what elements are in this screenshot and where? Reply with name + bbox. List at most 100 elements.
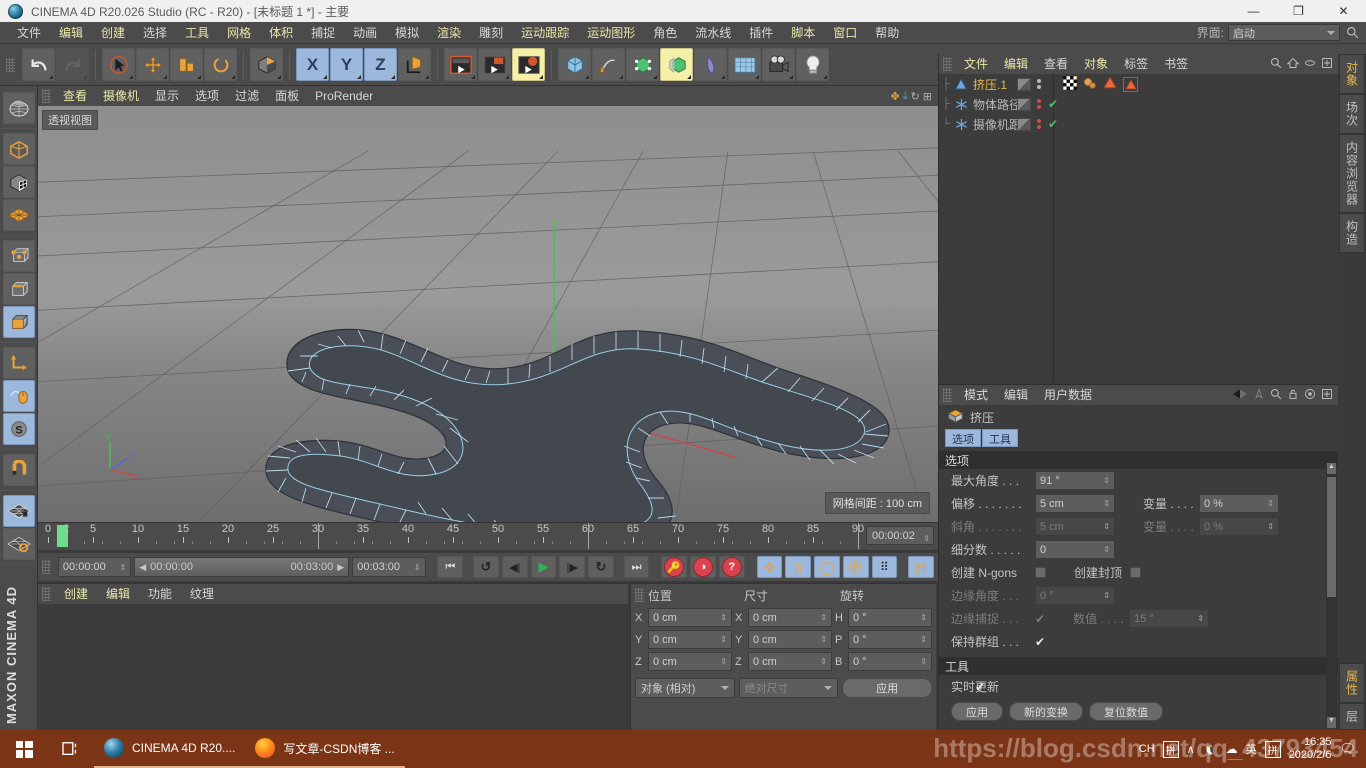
- dropdown-corner-icon[interactable]: [505, 75, 509, 79]
- attribute-field-secondary[interactable]: 0 % ⇕: [1199, 494, 1279, 513]
- spinner-icon[interactable]: ⇕: [920, 657, 927, 666]
- object-menu-item-2[interactable]: 查看: [1036, 54, 1076, 74]
- render-visibility-dot[interactable]: [1037, 85, 1041, 89]
- dropdown-corner-icon[interactable]: [197, 75, 201, 79]
- viewport-grip[interactable]: [42, 89, 51, 103]
- spinner-icon[interactable]: ⇕: [1267, 499, 1274, 508]
- timeline-keyframe-button[interactable]: ▤: [908, 556, 934, 578]
- taskbar-app-firefox[interactable]: 写文章-CSDN博客 ...: [245, 730, 405, 768]
- dropdown-corner-icon[interactable]: [687, 75, 691, 79]
- object-tree[interactable]: ├ 挤压.1 ├ 物体路径 ✔ └ 摄像机跟 ✔: [939, 74, 1338, 382]
- scale-key-button[interactable]: ▯: [785, 556, 812, 578]
- vertical-tab-0[interactable]: 对象: [1339, 54, 1365, 94]
- realtime-update-checkbox[interactable]: ✔: [975, 680, 985, 694]
- dropdown-corner-icon[interactable]: [619, 75, 623, 79]
- workplane-lock-button[interactable]: [2, 495, 35, 527]
- object-menu-item-1[interactable]: 编辑: [996, 54, 1036, 74]
- object-menu-item-4[interactable]: 标签: [1116, 54, 1156, 74]
- move-tool-button[interactable]: [136, 48, 169, 81]
- spinner-icon[interactable]: ⇕: [920, 635, 927, 644]
- render-region-button[interactable]: [478, 48, 511, 81]
- dropdown-corner-icon[interactable]: [721, 75, 725, 79]
- loop-button[interactable]: ↻: [588, 556, 614, 578]
- maximize-icon[interactable]: [1321, 388, 1333, 403]
- menu-item-4[interactable]: 工具: [176, 22, 218, 44]
- search-icon[interactable]: [1270, 388, 1282, 403]
- spinner-icon[interactable]: ⇕: [1103, 499, 1110, 508]
- material-tag-icon[interactable]: [1083, 76, 1097, 93]
- menu-item-10[interactable]: 渲染: [428, 22, 470, 44]
- position-x-field[interactable]: 0 cm ⇕: [648, 608, 732, 627]
- menu-item-0[interactable]: 文件: [8, 22, 50, 44]
- maximize-icon[interactable]: [1321, 57, 1333, 72]
- add-deformer-button[interactable]: [694, 48, 727, 81]
- spinner-icon[interactable]: ⇕: [720, 657, 727, 666]
- lock-icon[interactable]: [1287, 388, 1299, 403]
- redo-button[interactable]: [56, 48, 89, 81]
- rotation-b-field[interactable]: 0 ° ⇕: [848, 652, 932, 671]
- dropdown-corner-icon[interactable]: [163, 75, 167, 79]
- attribute-field[interactable]: 5 cm ⇕: [1035, 517, 1115, 536]
- object-menu-item-5[interactable]: 书签: [1156, 54, 1196, 74]
- record-keyframe-button[interactable]: 🔑: [661, 556, 688, 578]
- menu-item-2[interactable]: 创建: [92, 22, 134, 44]
- rotate-icon[interactable]: ↻: [911, 90, 920, 103]
- range-left-arrow-icon[interactable]: ◀: [139, 562, 146, 573]
- pinyin-icon[interactable]: 拼: [1162, 740, 1179, 758]
- add-cube-button[interactable]: [558, 48, 591, 81]
- spinner-icon[interactable]: ⇕: [920, 613, 927, 622]
- object-manager-grip[interactable]: [943, 57, 952, 71]
- object-name[interactable]: 挤压.1: [973, 76, 1007, 93]
- object-name[interactable]: 物体路径: [973, 96, 1021, 113]
- object-layer-swatch[interactable]: [1017, 77, 1031, 91]
- position-key-button[interactable]: ✥: [756, 556, 783, 578]
- axis-mode-button[interactable]: [2, 347, 35, 379]
- spinner-icon[interactable]: ⇕: [923, 530, 930, 548]
- menu-item-1[interactable]: 编辑: [50, 22, 92, 44]
- spinner-icon[interactable]: ⇕: [720, 635, 727, 644]
- coordinates-grip[interactable]: [635, 588, 644, 602]
- dropdown-corner-icon[interactable]: [357, 75, 361, 79]
- enabled-check-icon[interactable]: ✔: [1048, 97, 1058, 111]
- material-menu-item-3[interactable]: 纹理: [181, 583, 223, 605]
- home-icon[interactable]: [1286, 57, 1300, 72]
- menu-item-5[interactable]: 网格: [218, 22, 260, 44]
- deformer-tag-icon[interactable]: [1103, 76, 1117, 92]
- viewport-menu-item-6[interactable]: ProRender: [307, 86, 381, 106]
- timeline-ruler[interactable]: 0251015202530354045505560657075808590: [45, 523, 864, 549]
- menu-item-13[interactable]: 运动图形: [578, 22, 644, 44]
- coordinates-apply-button[interactable]: 应用: [842, 678, 933, 698]
- vertical-tab-bottom-0[interactable]: 属性: [1339, 663, 1365, 703]
- menu-item-3[interactable]: 选择: [134, 22, 176, 44]
- visibility-dots[interactable]: [1037, 99, 1041, 109]
- model-mode-button[interactable]: [2, 133, 35, 165]
- render-view-button[interactable]: [444, 48, 477, 81]
- tab-tools[interactable]: 工具: [982, 429, 1018, 447]
- deformer-tag-selected-icon[interactable]: [1123, 76, 1138, 92]
- attribute-checkbox[interactable]: ✔: [1035, 612, 1045, 626]
- viewport-3d-canvas[interactable]: 透视视图 网格间距 : 100 cm Y Z X: [38, 106, 938, 522]
- attribute-field[interactable]: 0 ⇕: [1035, 540, 1115, 559]
- go-to-end-button[interactable]: ⏭: [623, 556, 650, 578]
- axis-x-lock-button[interactable]: X: [296, 48, 329, 81]
- workplane-rotate-button[interactable]: [2, 528, 35, 560]
- size-z-field[interactable]: 0 cm ⇕: [748, 652, 832, 671]
- vertical-tab-bottom-1[interactable]: 层: [1339, 703, 1365, 730]
- attribute-button-0[interactable]: 应用: [951, 702, 1003, 721]
- position-y-field[interactable]: 0 cm ⇕: [648, 630, 732, 649]
- scroll-up-arrow-icon[interactable]: ▲: [1327, 463, 1336, 474]
- material-menu-item-2[interactable]: 功能: [139, 583, 181, 605]
- editor-visibility-dot[interactable]: [1037, 99, 1041, 103]
- minimize-button[interactable]: —: [1231, 0, 1276, 22]
- search-icon[interactable]: [1344, 25, 1360, 41]
- menu-item-16[interactable]: 插件: [740, 22, 782, 44]
- rotation-h-field[interactable]: 0 ° ⇕: [848, 608, 932, 627]
- spinner-icon[interactable]: ⇕: [820, 657, 827, 666]
- viewport-menu-item-0[interactable]: 查看: [55, 86, 95, 106]
- timeline-playhead[interactable]: [57, 525, 68, 547]
- point-mode-button[interactable]: [2, 240, 35, 272]
- render-preview-button[interactable]: [2, 92, 35, 124]
- object-row[interactable]: ├ 挤压.1: [939, 74, 1338, 94]
- spinner-icon[interactable]: ⇕: [1103, 522, 1110, 531]
- viewport-menu-item-4[interactable]: 过滤: [227, 86, 267, 106]
